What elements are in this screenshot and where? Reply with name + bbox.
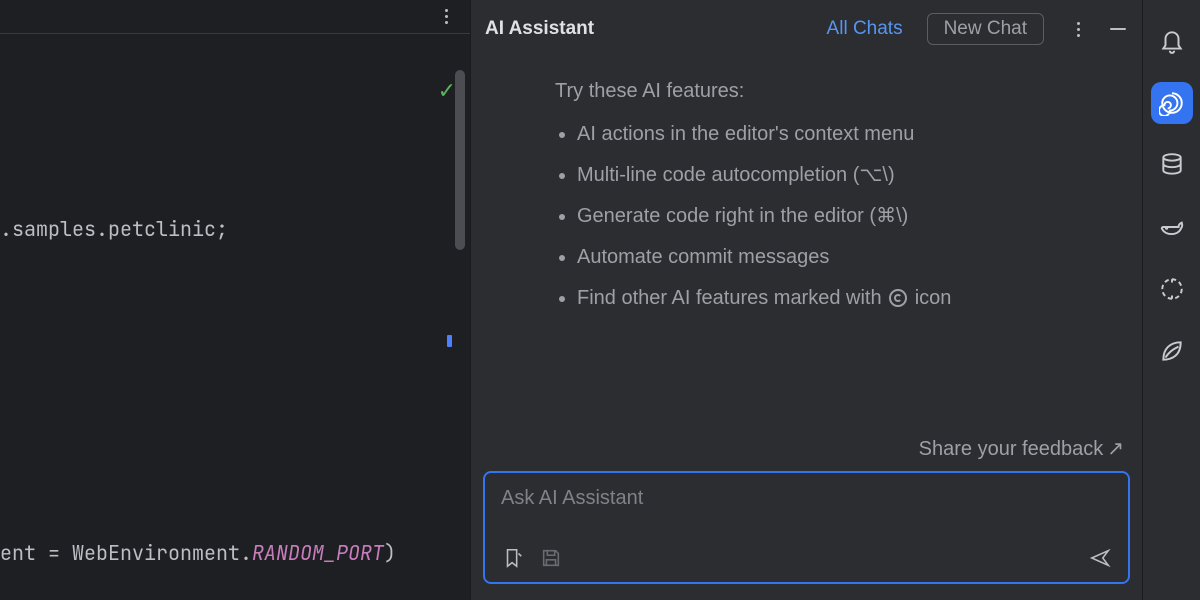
whale-icon [1159,214,1185,240]
target-button[interactable] [1151,268,1193,310]
editor-pane: ✓ .samples.petclinic; ent = WebEnvironme… [0,0,470,600]
ai-body: Try these AI features: AI actions in the… [471,58,1142,436]
ai-assistant-button[interactable] [1151,82,1193,124]
minimap-caret-marker [447,335,452,347]
save-disk-icon[interactable] [539,546,563,570]
ai-feature-item-text: Find other AI features marked with [577,287,882,309]
ai-feature-list: AI actions in the editor's context menu … [555,121,1110,312]
bookmark-icon[interactable] [501,546,525,570]
notifications-button[interactable] [1151,20,1193,62]
editor-more-menu[interactable] [436,7,456,27]
share-feedback-link[interactable]: Share your feedback↗ [471,436,1142,471]
code-token-constant: RANDOM_PORT [252,538,384,569]
external-arrow-icon: ↗ [1107,438,1124,460]
ai-feature-item: Automate commit messages [577,244,1110,271]
editor-scrollbar[interactable] [452,70,468,370]
ai-input-toolbar [501,546,1112,570]
editor-scrollbar-thumb[interactable] [455,70,465,250]
ai-feature-item: Find other AI features marked with icon [577,285,1110,312]
new-chat-button[interactable]: New Chat [927,13,1044,45]
database-button[interactable] [1151,144,1193,186]
spiral-icon [1159,90,1185,116]
ai-more-menu[interactable] [1068,19,1088,39]
ai-input-box [483,471,1130,584]
spring-button[interactable] [1151,330,1193,372]
tool-rail [1142,0,1200,600]
share-feedback-text: Share your feedback [919,438,1104,460]
database-icon [1159,152,1185,178]
ai-input-area [471,471,1142,600]
leaf-icon [1159,338,1185,364]
ai-intro-text: Try these AI features: [555,80,1110,103]
ai-panel-title: AI Assistant [485,18,809,40]
ai-feature-item: Generate code right in the editor (⌘\) [577,203,1110,230]
app-root: ✓ .samples.petclinic; ent = WebEnvironme… [0,0,1200,600]
spiral-icon [887,287,909,309]
minimize-button[interactable] [1108,19,1128,39]
target-icon [1159,276,1185,302]
ai-feature-item-suffix: icon [915,287,952,309]
all-chats-link[interactable]: All Chats [819,14,911,44]
ai-feature-item: Multi-line code autocompletion (⌥\) [577,162,1110,189]
ai-input-field[interactable] [501,487,1112,541]
code-editor[interactable]: .samples.petclinic; ent = WebEnvironment… [0,34,470,600]
ai-header: AI Assistant All Chats New Chat [471,0,1142,58]
editor-topbar [0,0,470,34]
send-icon[interactable] [1088,546,1112,570]
ai-assistant-panel: AI Assistant All Chats New Chat Try thes… [470,0,1142,600]
bell-icon [1159,28,1185,54]
services-button[interactable] [1151,206,1193,248]
ai-feature-item: AI actions in the editor's context menu [577,121,1110,148]
